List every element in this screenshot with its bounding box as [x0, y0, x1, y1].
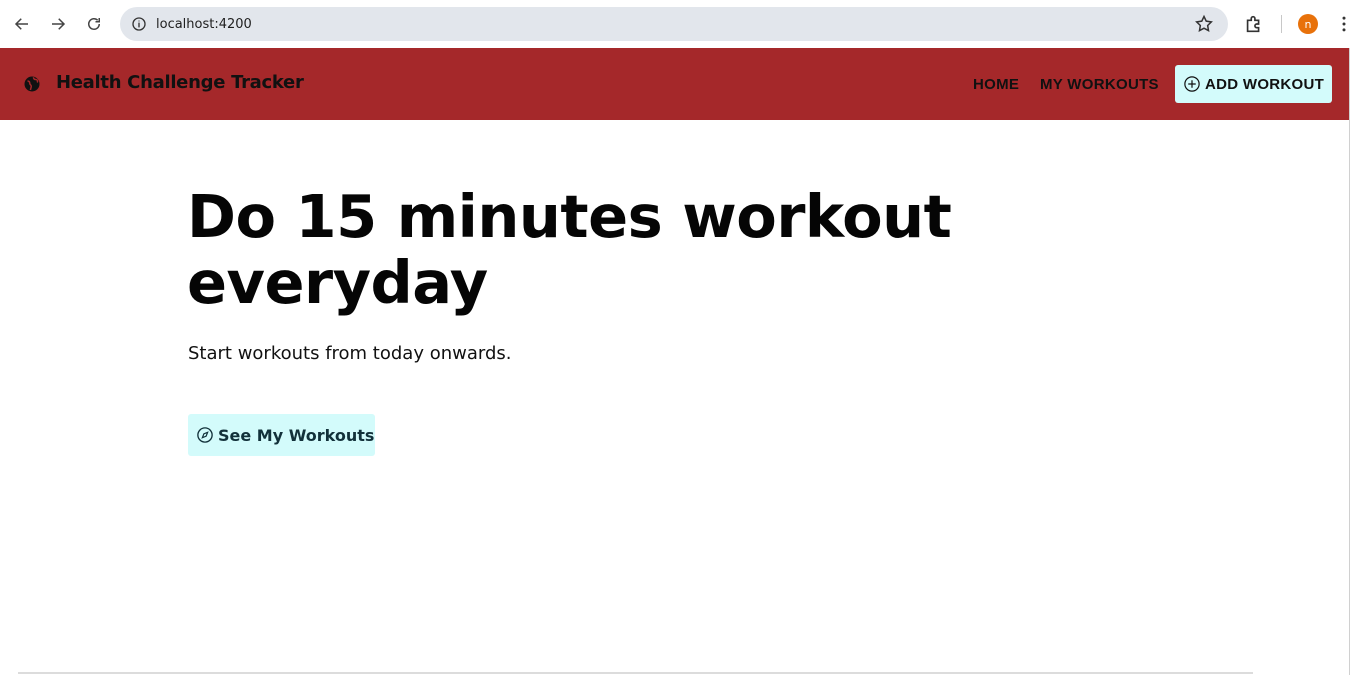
hero-title: Do 15 minutes workout everyday: [187, 182, 952, 317]
add-workout-label: ADD WORKOUT: [1205, 75, 1325, 93]
nav-home-link[interactable]: HOME: [973, 76, 1019, 93]
app-header: Health Challenge Tracker HOME MY WORKOUT…: [0, 48, 1349, 120]
brand-title[interactable]: Health Challenge Tracker: [56, 72, 304, 93]
add-workout-button[interactable]: ADD WORKOUT: [1175, 65, 1332, 103]
plus-circle-icon: [1183, 75, 1201, 93]
bookmark-star-icon[interactable]: [1194, 14, 1214, 34]
globe-icon: [23, 75, 41, 93]
see-my-workouts-button[interactable]: See My Workouts: [188, 414, 375, 456]
browser-toolbar: localhost:4200 n: [0, 0, 1352, 48]
nav-my-workouts-link[interactable]: MY WORKOUTS: [1040, 76, 1159, 93]
extensions-icon[interactable]: [1243, 13, 1265, 35]
toolbar-divider: [1281, 15, 1282, 33]
reload-icon[interactable]: [76, 6, 112, 42]
kebab-menu-icon[interactable]: [1334, 14, 1352, 34]
profile-avatar[interactable]: n: [1298, 14, 1318, 34]
url-text[interactable]: localhost:4200: [156, 17, 252, 32]
hero-subtitle: Start workouts from today onwards.: [188, 343, 512, 364]
horizontal-scrollbar[interactable]: [18, 672, 1253, 674]
compass-icon: [196, 426, 214, 444]
see-my-workouts-label: See My Workouts: [218, 425, 375, 445]
back-arrow-icon[interactable]: [4, 6, 40, 42]
site-info-icon[interactable]: [130, 15, 148, 33]
address-bar[interactable]: localhost:4200: [120, 7, 1228, 41]
forward-arrow-icon[interactable]: [40, 6, 76, 42]
